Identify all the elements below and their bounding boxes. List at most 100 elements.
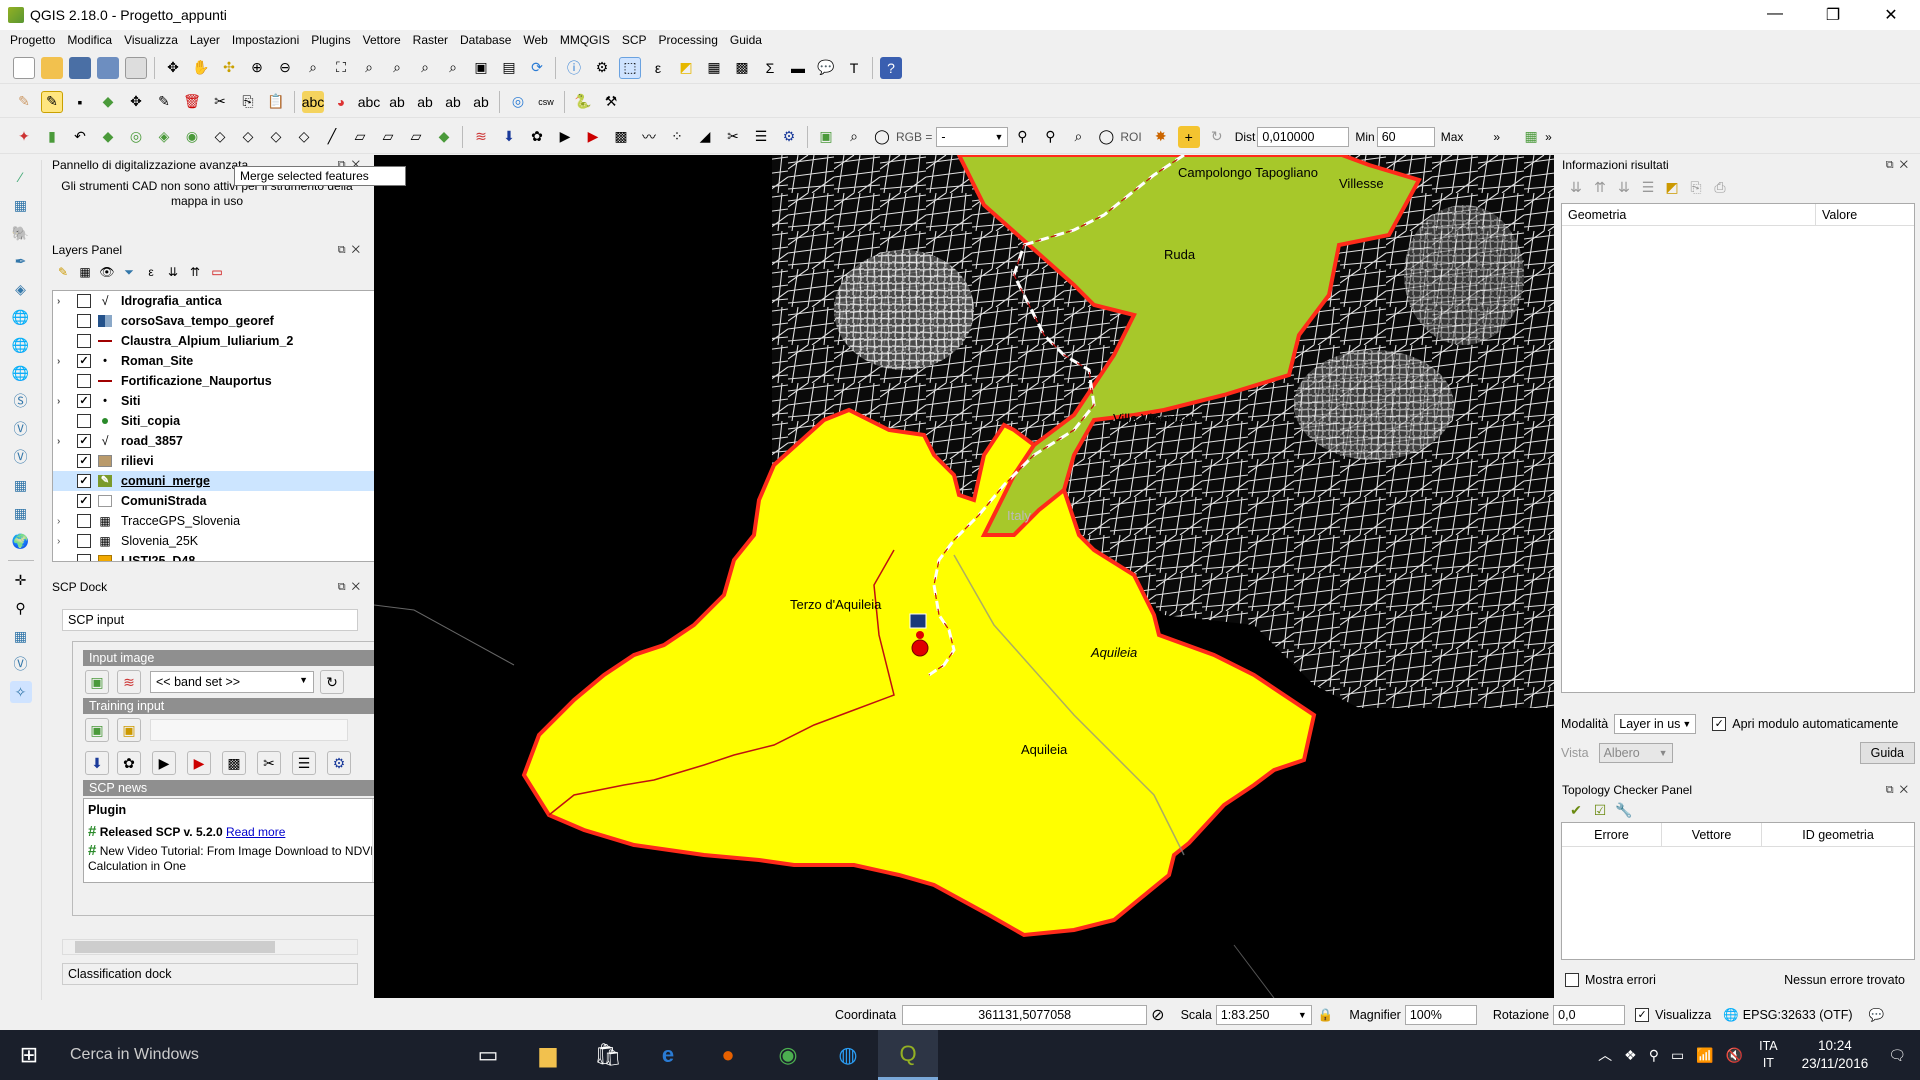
offset-curve-icon[interactable]: ◇ — [293, 126, 315, 148]
print-composer-icon[interactable] — [125, 56, 147, 79]
scp-export-icon[interactable]: ▶ — [187, 751, 211, 775]
pan-map-icon[interactable]: ✣ — [218, 57, 240, 79]
refresh-icon[interactable]: ⟳ — [526, 57, 548, 79]
menu-guida[interactable]: Guida — [724, 33, 768, 47]
panel-float-close-icon[interactable]: ⧉✕ — [338, 244, 366, 257]
remove-layer-icon[interactable]: ▭ — [208, 263, 226, 281]
add-group-icon[interactable]: ▦ — [76, 263, 94, 281]
layer-row[interactable]: Fortificazione_Nauportus — [53, 371, 409, 391]
filter-expression-icon[interactable]: ε — [142, 263, 160, 281]
menu-impostazioni[interactable]: Impostazioni — [226, 33, 305, 47]
rotate-label-icon[interactable]: ab — [442, 91, 464, 113]
training-input-field[interactable] — [150, 719, 348, 741]
chrome-icon[interactable]: ◉ — [758, 1030, 818, 1080]
label-tool-icon[interactable]: abc — [302, 90, 324, 113]
layer-row[interactable]: › ✓ √ road_3857 — [53, 431, 409, 451]
csw-icon[interactable]: csw — [535, 91, 557, 113]
info-results-table[interactable]: Geometria Valore — [1561, 203, 1915, 693]
error-column-header[interactable]: Errore — [1562, 823, 1662, 846]
layer-visibility-checkbox[interactable]: ✓ — [77, 474, 91, 488]
zoom-native-icon[interactable]: ⌕ — [302, 57, 324, 79]
georeferencer-icon[interactable]: ✛ — [10, 569, 32, 591]
clock[interactable]: 10:24 23/11/2016 — [1802, 1037, 1869, 1073]
layer-row[interactable]: › √ Idrografia_antica — [53, 291, 409, 311]
scp-scatter-plot-icon[interactable]: ⁘ — [666, 126, 688, 148]
pan-hand-icon[interactable]: ✋ — [190, 57, 212, 79]
toggle-editing-icon[interactable]: ✎ — [41, 90, 63, 113]
layer-row[interactable]: LISTI25_D48 — [53, 551, 409, 561]
gps-tool-icon[interactable]: ⚲ — [10, 597, 32, 619]
python-console-icon[interactable]: 🐍 — [572, 91, 594, 113]
layer-visibility-checkbox[interactable]: ✓ — [77, 354, 91, 368]
tray-up-arrow-icon[interactable]: ︿ — [1598, 1045, 1612, 1065]
delete-ring-icon[interactable]: ◇ — [209, 126, 231, 148]
vector-tool-icon[interactable]: Ⓥ — [10, 653, 32, 675]
scp-band-set-icon[interactable]: ≋ — [470, 126, 492, 148]
add-mssql-layer-icon[interactable]: ◈ — [10, 278, 32, 300]
action-icon[interactable]: ⚙ — [591, 57, 613, 79]
merge-attributes-icon[interactable]: ▱ — [377, 126, 399, 148]
crs-status[interactable]: EPSG:32633 (OTF) — [1743, 1008, 1853, 1022]
minimize-button[interactable]: — — [1746, 5, 1804, 25]
geometry-column-header[interactable]: Geometria — [1562, 204, 1816, 225]
coordinate-field[interactable]: 361131,5077058 — [902, 1005, 1148, 1025]
manage-visibility-icon[interactable]: 👁 — [98, 263, 116, 281]
split-features-icon[interactable]: ╱ — [321, 126, 343, 148]
dropbox-icon[interactable]: ❖ — [1624, 1047, 1637, 1064]
zoom-in-icon[interactable]: ⊕ — [246, 57, 268, 79]
scp-postprocessing-icon[interactable]: ◢ — [694, 126, 716, 148]
menu-database[interactable]: Database — [454, 33, 517, 47]
expand-new-icon[interactable]: ⇊ — [1615, 178, 1633, 196]
add-spatialite-layer-icon[interactable]: ✒ — [10, 250, 32, 272]
new-project-icon[interactable] — [13, 56, 35, 79]
scp-band-calc-icon[interactable]: ▩ — [222, 751, 246, 775]
task-view-icon[interactable]: ▭ — [458, 1030, 518, 1080]
layer-visibility-checkbox[interactable]: ✓ — [77, 394, 91, 408]
layer-visibility-checkbox[interactable]: ✓ — [77, 434, 91, 448]
layer-visibility-checkbox[interactable] — [77, 294, 91, 308]
move-label-icon[interactable]: ab — [414, 91, 436, 113]
scp-preprocessing-icon[interactable]: ✿ — [117, 751, 141, 775]
close-button[interactable]: ✕ — [1862, 5, 1920, 25]
scp-spectral-plot-icon[interactable]: 〰 — [638, 126, 660, 148]
print-results-icon[interactable]: ⎙ — [1711, 178, 1729, 196]
scp-import-icon[interactable]: ▶ — [152, 751, 176, 775]
menu-web[interactable]: Web — [517, 33, 553, 47]
node-tool-icon[interactable]: ✎ — [153, 91, 175, 113]
layer-row[interactable]: ✓ rilievi — [53, 451, 409, 471]
expand-arrow-icon[interactable]: › — [57, 396, 69, 407]
menu-visualizza[interactable]: Visualizza — [118, 33, 184, 47]
rotation-spinbox[interactable]: 0,0 — [1553, 1005, 1626, 1025]
roi-toggle-icon[interactable]: ◯ — [1095, 126, 1117, 148]
menu-progetto[interactable]: Progetto — [4, 33, 61, 47]
zoom-out-icon[interactable]: ⊖ — [274, 57, 296, 79]
new-shapefile-icon[interactable]: Ⓥ — [10, 446, 32, 468]
expand-arrow-icon[interactable]: › — [57, 516, 69, 527]
scp-download-icon[interactable]: ⬇ — [498, 126, 520, 148]
refresh-image-icon[interactable]: ↻ — [320, 670, 344, 694]
messenger-icon[interactable]: ◍ — [818, 1030, 878, 1080]
identify-icon[interactable]: ⓘ — [563, 57, 585, 79]
layer-visibility-checkbox[interactable] — [77, 514, 91, 528]
input-language[interactable]: ITA IT — [1759, 1038, 1778, 1072]
layer-visibility-checkbox[interactable] — [77, 314, 91, 328]
add-feature-icon[interactable]: ◆ — [97, 91, 119, 113]
pan-to-selection-icon[interactable]: ✥ — [162, 57, 184, 79]
layer-visibility-checkbox[interactable]: ✓ — [77, 454, 91, 468]
delete-part-icon[interactable]: ◇ — [237, 126, 259, 148]
highlight-icon[interactable]: ◩ — [1663, 178, 1681, 196]
current-edits-icon[interactable]: ✎ — [13, 91, 35, 113]
expand-all-icon[interactable]: ⇊ — [164, 263, 182, 281]
open-project-icon[interactable] — [41, 56, 63, 79]
help-icon[interactable]: ? — [880, 56, 902, 79]
scp-download-icon[interactable]: ⬇ — [85, 751, 109, 775]
battery-icon[interactable]: ▭ — [1671, 1047, 1684, 1064]
qgis-taskbar-icon[interactable]: Q — [878, 1030, 938, 1080]
merge-selected-icon[interactable]: ▱ — [349, 126, 371, 148]
deselect-icon[interactable]: ◩ — [675, 57, 697, 79]
scp-settings-icon[interactable]: ⚙ — [327, 751, 351, 775]
expand-arrow-icon[interactable]: › — [57, 436, 69, 447]
map-tips-icon[interactable]: 💬 — [815, 57, 837, 79]
menu-plugins[interactable]: Plugins — [305, 33, 356, 47]
save-project-icon[interactable] — [69, 56, 91, 79]
